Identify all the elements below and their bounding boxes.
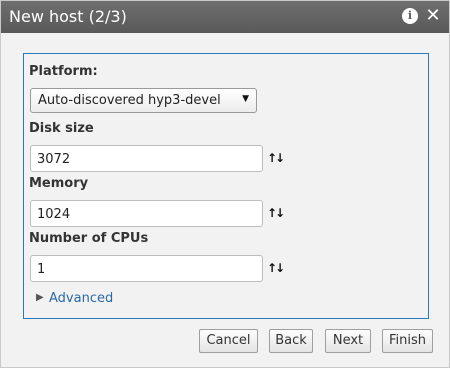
disk-size-label: Disk size: [29, 121, 94, 136]
dialog-title: New host (2/3): [9, 7, 127, 26]
host-settings-panel: Platform: Auto-discovered hyp3-devel ▼ D…: [23, 53, 429, 319]
cpus-label: Number of CPUs: [29, 231, 149, 246]
finish-button[interactable]: Finish: [382, 329, 433, 353]
cancel-button[interactable]: Cancel: [199, 329, 258, 353]
memory-input[interactable]: 1024: [30, 200, 263, 227]
info-icon[interactable]: i: [402, 8, 418, 24]
memory-value: 1024: [37, 207, 71, 222]
title-bar: New host (2/3) i ✕: [1, 1, 449, 33]
new-host-dialog: New host (2/3) i ✕ Platform: Auto-discov…: [0, 0, 450, 368]
close-icon[interactable]: ✕: [425, 7, 441, 25]
disk-size-input[interactable]: 3072: [30, 145, 263, 172]
platform-select-value: Auto-discovered hyp3-devel: [38, 93, 221, 108]
advanced-link[interactable]: Advanced: [49, 291, 113, 306]
cpus-input[interactable]: 1: [30, 255, 263, 282]
cpus-value: 1: [37, 262, 46, 277]
disk-size-value: 3072: [37, 152, 71, 167]
platform-label: Platform:: [29, 64, 98, 79]
platform-select[interactable]: Auto-discovered hyp3-devel ▼: [30, 88, 257, 113]
next-button[interactable]: Next: [325, 329, 371, 353]
expand-triangle-icon[interactable]: ▶: [36, 292, 44, 303]
cpus-stepper-icon[interactable]: ↑↓: [267, 261, 289, 275]
disk-size-stepper-icon[interactable]: ↑↓: [267, 151, 289, 165]
memory-stepper-icon[interactable]: ↑↓: [267, 206, 289, 220]
chevron-down-icon: ▼: [242, 94, 249, 104]
memory-label: Memory: [29, 176, 89, 191]
back-button[interactable]: Back: [269, 329, 313, 353]
